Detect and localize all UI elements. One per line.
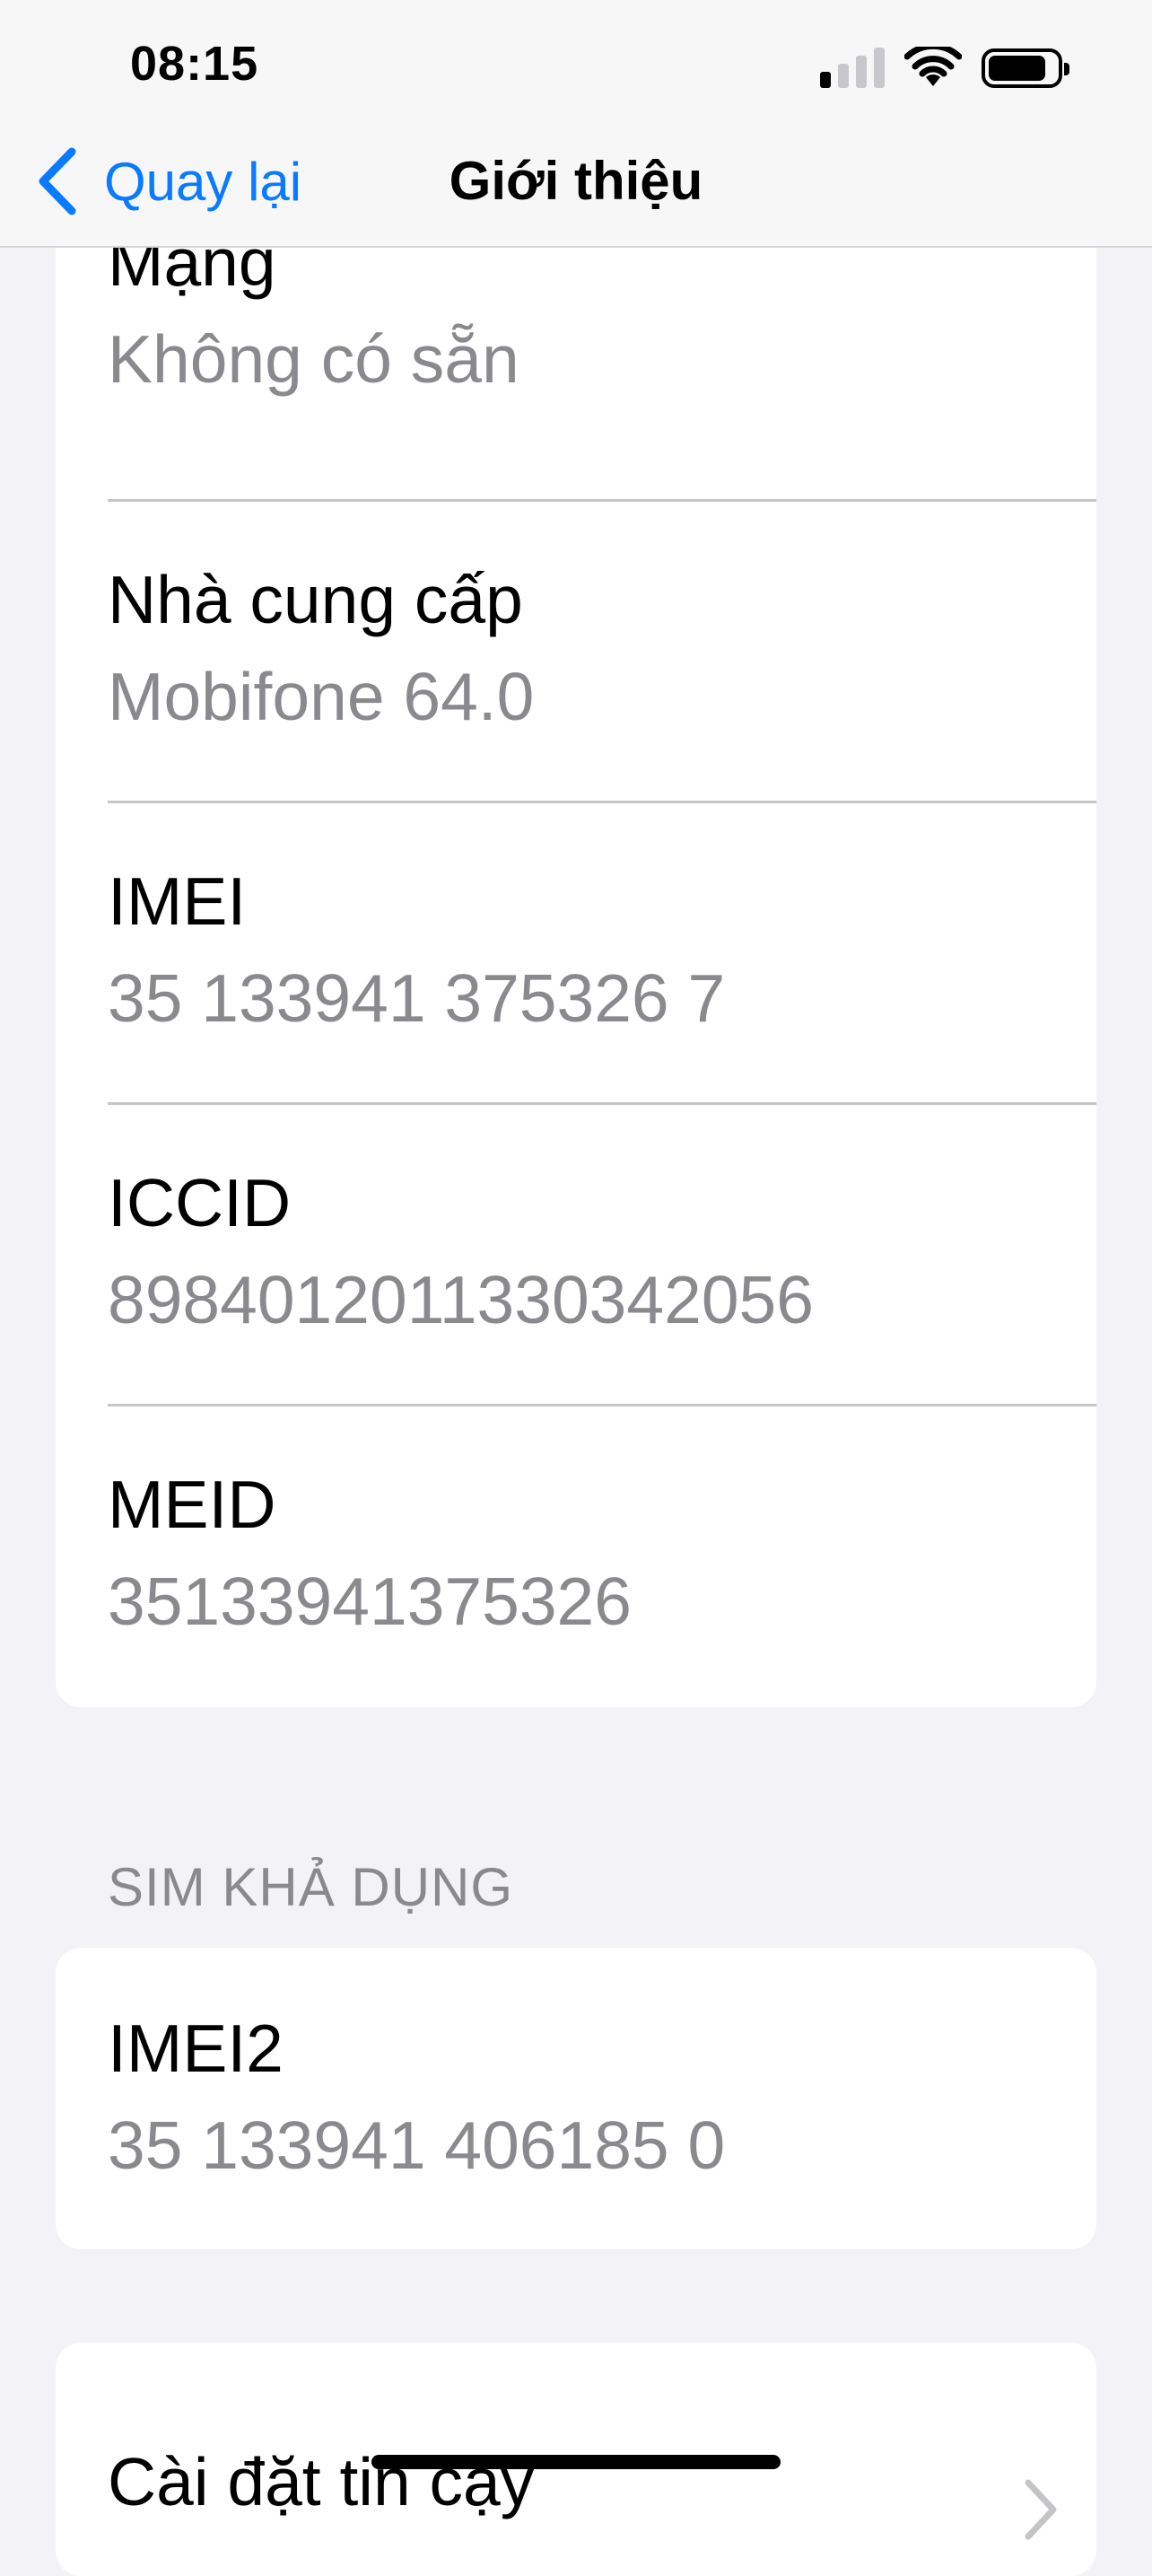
- home-indicator[interactable]: [371, 2455, 781, 2469]
- top-chrome: 08:15 Quay lại Giới thiệu: [0, 0, 1152, 248]
- network-value: Không có sẵn: [108, 321, 519, 397]
- battery-level: [989, 56, 1045, 81]
- chevron-right-icon: [1025, 2479, 1057, 2540]
- info-row-iccid: ICCID 8984012011330342056: [56, 1102, 1096, 1404]
- status-icons: [820, 45, 1069, 88]
- info-row-imei2: IMEI2 35 133941 406185 0: [56, 1948, 1096, 2249]
- wifi-icon: [904, 47, 962, 86]
- meid-label: MEID: [108, 1467, 276, 1542]
- available-sim-card: IMEI2 35 133941 406185 0: [56, 1948, 1096, 2249]
- info-row-carrier: Nhà cung cấp Mobifone 64.0: [56, 499, 1096, 801]
- sim-section-header: SIM KHẢ DỤNG: [108, 1857, 514, 1917]
- info-row-imei: IMEI 35 133941 375326 7: [56, 801, 1096, 1102]
- page-title: Giới thiệu: [449, 151, 703, 211]
- iccid-value: 8984012011330342056: [108, 1262, 814, 1337]
- imei-label: IMEI: [108, 863, 247, 939]
- cellular-signal-icon: [820, 45, 885, 88]
- meid-value: 35133941375326: [108, 1564, 632, 1639]
- status-time: 08:15: [130, 37, 259, 91]
- carrier-label: Nhà cung cấp: [108, 562, 523, 637]
- imei2-value: 35 133941 406185 0: [108, 2107, 726, 2183]
- imei2-label: IMEI2: [108, 2011, 284, 2086]
- iccid-label: ICCID: [108, 1165, 292, 1240]
- imei-value: 35 133941 375326 7: [108, 960, 726, 1036]
- device-info-card: Mạng Không có sẵn Nhà cung cấp Mobifone …: [56, 162, 1096, 1707]
- info-row-meid: MEID 35133941375326: [56, 1404, 1096, 1705]
- carrier-value: Mobifone 64.0: [108, 659, 535, 734]
- battery-icon: [982, 48, 1069, 88]
